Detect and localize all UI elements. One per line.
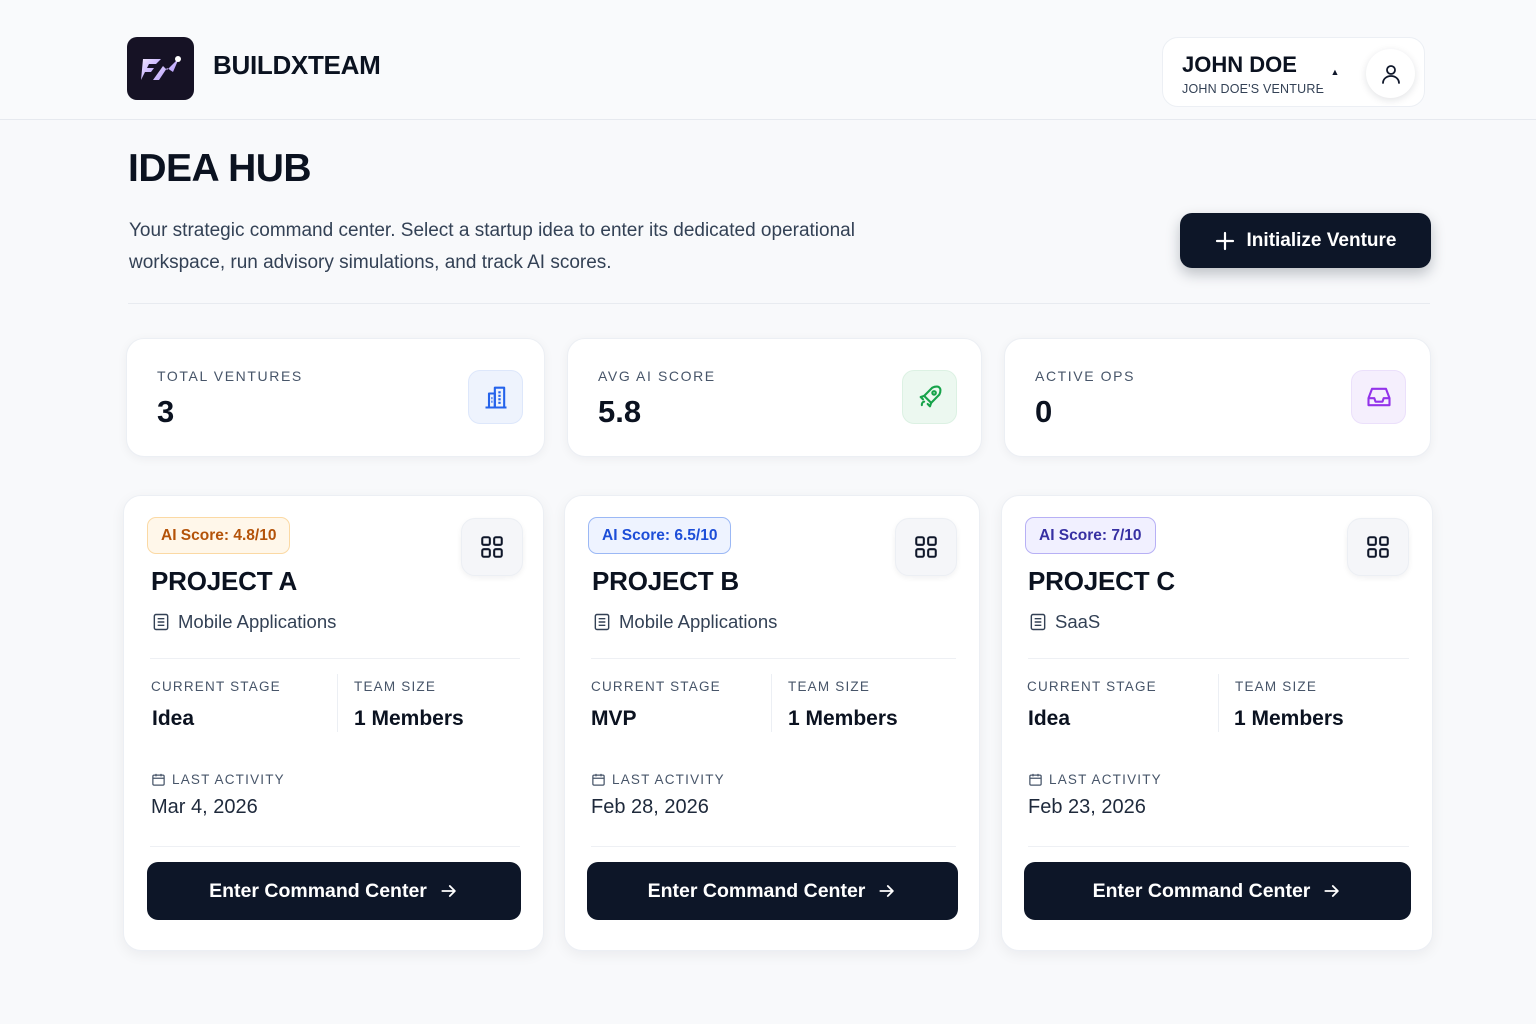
stat-value: 0 (1035, 394, 1053, 429)
enter-command-center-button[interactable]: Enter Command Center (1024, 862, 1411, 920)
stat-card-total-ventures: TOTAL VENTURES 3 (126, 338, 545, 457)
last-activity: LAST ACTIVITY (1028, 772, 1162, 787)
ai-score-badge: AI Score: 4.8/10 (147, 517, 291, 554)
stat-label: ACTIVE OPS (1035, 368, 1136, 384)
plus-icon (1215, 231, 1234, 250)
card-divider (1028, 846, 1409, 847)
page-title: IDEA HUB (128, 147, 312, 190)
grid-icon[interactable] (461, 518, 523, 576)
project-category: Mobile Applications (592, 611, 777, 633)
stage-label: CURRENT STAGE (1027, 679, 1157, 694)
card-divider (591, 846, 956, 847)
stat-card-active-ops: ACTIVE OPS 0 (1004, 338, 1431, 457)
team-label: TEAM SIZE (1235, 679, 1318, 694)
calendar-icon (152, 773, 165, 786)
team-label: TEAM SIZE (788, 679, 871, 694)
initialize-venture-button[interactable]: Initialize Venture (1180, 213, 1431, 268)
stat-value: 5.8 (598, 394, 642, 429)
team-label: TEAM SIZE (354, 679, 437, 694)
arrow-right-icon (441, 885, 456, 897)
card-divider (1028, 658, 1409, 659)
stat-label: AVG AI SCORE (598, 368, 716, 384)
project-category-label: Mobile Applications (178, 611, 337, 632)
grid-icon[interactable] (895, 518, 957, 576)
inbox-icon (1351, 370, 1406, 424)
stat-divider (1218, 674, 1219, 732)
project-category-label: Mobile Applications (619, 611, 778, 632)
arrow-right-icon (1324, 885, 1340, 897)
building-icon (468, 370, 523, 424)
user-icon (1381, 64, 1400, 84)
last-activity: LAST ACTIVITY (591, 772, 725, 787)
project-category: Mobile Applications (151, 611, 336, 633)
rocket-icon (902, 370, 957, 424)
last-activity-label: LAST ACTIVITY (1049, 772, 1162, 787)
stage-value: Idea (1028, 707, 1071, 730)
card-divider (150, 846, 520, 847)
last-activity-date: Feb 23, 2026 (1028, 796, 1146, 818)
stage-label: CURRENT STAGE (151, 679, 281, 694)
stat-card-avg-ai-score: AVG AI SCORE 5.8 (567, 338, 982, 457)
project-card-c[interactable]: AI Score: 7/10 PROJECT C SaaS CURRENT ST… (1001, 495, 1433, 951)
last-activity-label: LAST ACTIVITY (612, 772, 725, 787)
user-name: JOHN DOE (1182, 52, 1297, 77)
brand-name: BUILDXTEAM (213, 50, 381, 80)
building-icon (594, 613, 610, 631)
caret-up-icon[interactable]: ▲ (1315, 52, 1355, 92)
team-value: 1 Members (354, 707, 464, 730)
stat-value: 3 (157, 394, 175, 429)
project-category: SaaS (1028, 611, 1100, 633)
stage-value: MVP (591, 707, 637, 730)
building-icon (1030, 613, 1046, 631)
enter-command-center-label: Enter Command Center (1092, 879, 1311, 902)
building-icon (153, 613, 169, 631)
enter-command-center-label: Enter Command Center (647, 879, 866, 902)
stat-divider (337, 674, 338, 732)
stage-label: CURRENT STAGE (591, 679, 721, 694)
initialize-venture-label: Initialize Venture (1246, 229, 1397, 251)
last-activity-date: Mar 4, 2026 (151, 796, 258, 818)
user-venture: JOHN DOE'S VENTURE (1182, 82, 1325, 96)
enter-command-center-button[interactable]: Enter Command Center (147, 862, 521, 920)
project-category-label: SaaS (1055, 611, 1101, 632)
avatar[interactable] (1366, 49, 1415, 98)
stat-divider (771, 674, 772, 732)
enter-command-center-button[interactable]: Enter Command Center (587, 862, 958, 920)
ai-score-badge: AI Score: 6.5/10 (588, 517, 732, 554)
ai-score-badge: AI Score: 7/10 (1025, 517, 1156, 554)
last-activity: LAST ACTIVITY (151, 772, 285, 787)
brand-logo-icon[interactable] (127, 37, 194, 100)
last-activity-label: LAST ACTIVITY (172, 772, 285, 787)
project-card-b[interactable]: AI Score: 6.5/10 PROJECT B Mobile Applic… (564, 495, 980, 951)
project-name: PROJECT C (1028, 566, 1176, 596)
stage-value: Idea (152, 707, 195, 730)
team-value: 1 Members (1234, 707, 1344, 730)
card-divider (150, 658, 520, 659)
last-activity-date: Feb 28, 2026 (591, 796, 709, 818)
team-value: 1 Members (788, 707, 898, 730)
arrow-right-icon (879, 885, 895, 897)
user-menu[interactable]: JOHN DOE JOHN DOE'S VENTURE ▲ (1162, 37, 1425, 107)
top-bar: BUILDXTEAM JOHN DOE JOHN DOE'S VENTURE ▲ (0, 0, 1536, 120)
project-card-a[interactable]: AI Score: 4.8/10 PROJECT A Mobile Applic… (123, 495, 544, 951)
project-name: PROJECT B (592, 566, 740, 596)
calendar-icon (1029, 773, 1042, 786)
page-description: Your strategic command center. Select a … (129, 220, 855, 273)
card-divider (591, 658, 956, 659)
grid-icon[interactable] (1347, 518, 1409, 576)
calendar-icon (592, 773, 605, 786)
section-divider (128, 303, 1430, 304)
project-name: PROJECT A (151, 566, 298, 596)
stat-label: TOTAL VENTURES (157, 368, 303, 384)
enter-command-center-label: Enter Command Center (209, 879, 427, 902)
